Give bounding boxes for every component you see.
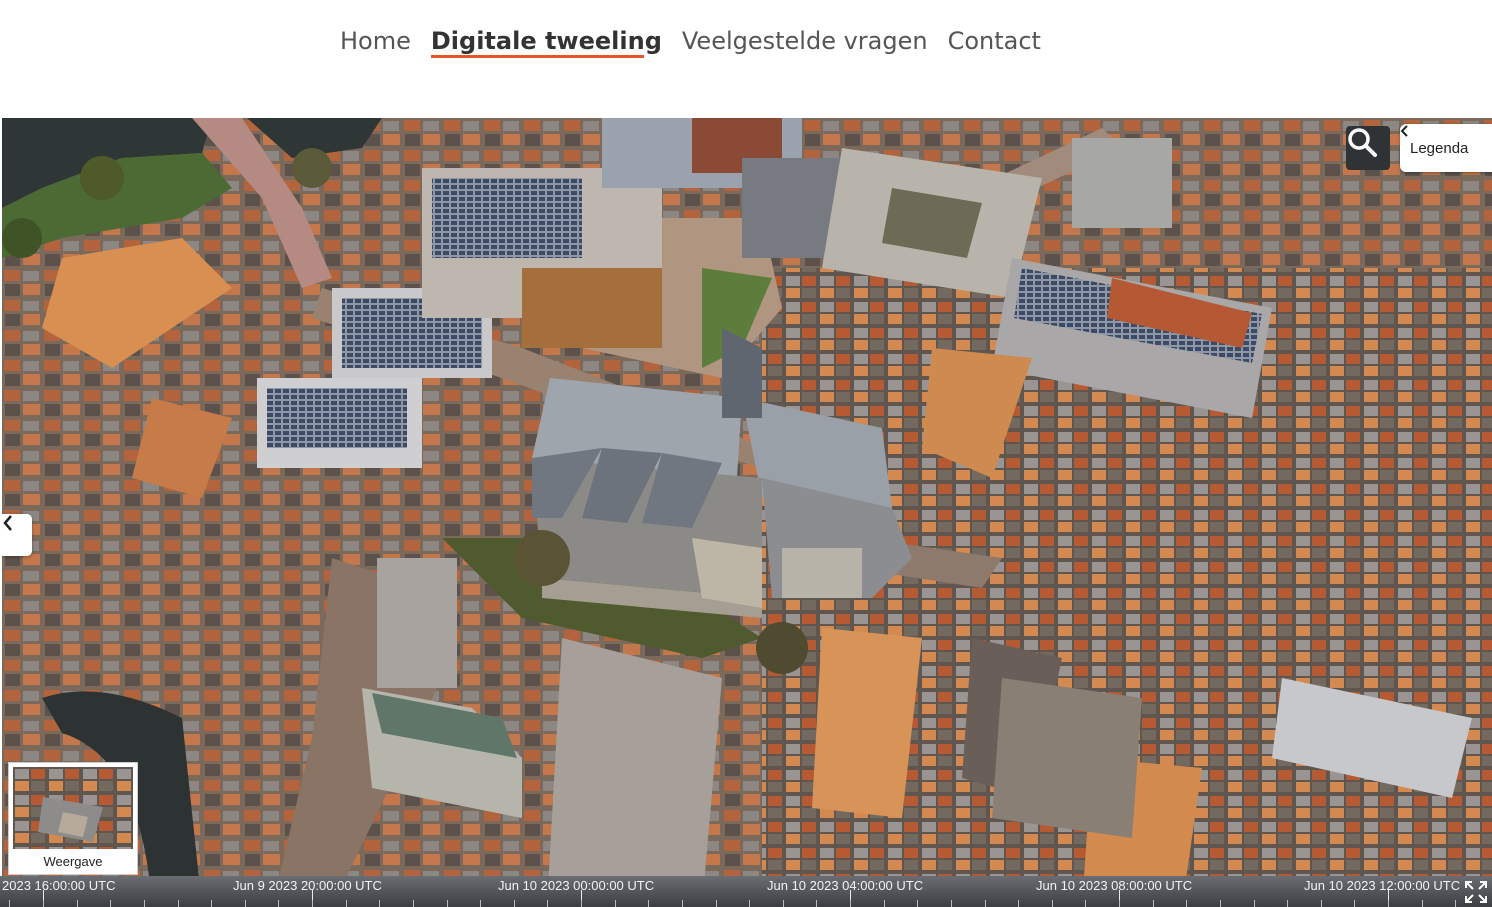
- top-navigation: Home Digitale tweeling Veelgestelde vrag…: [0, 0, 1492, 118]
- timeline-minor-tick: [850, 900, 851, 907]
- timeline-minor-tick: [413, 900, 414, 907]
- timeline-minor-tick: [1153, 900, 1154, 907]
- aerial-city-render[interactable]: [2, 118, 1492, 907]
- timeline-minor-tick: [884, 900, 885, 907]
- legend-label: Legenda: [1410, 139, 1469, 157]
- timeline-minor-tick: [43, 900, 44, 907]
- timeline-minor-tick: [682, 900, 683, 907]
- search-icon: [1348, 128, 1377, 157]
- timeline-minor-tick: [447, 900, 448, 907]
- timeline-minor-tick: [716, 900, 717, 907]
- timeline-minor-tick: [312, 900, 313, 907]
- timeline-label: Jun 10 2023 08:00:00 UTC: [1036, 878, 1193, 893]
- nav-item-home[interactable]: Home: [340, 26, 411, 56]
- timeline-minor-tick: [1354, 900, 1355, 907]
- timeline-minor-tick: [1052, 900, 1053, 907]
- timeline-minor-tick: [77, 900, 78, 907]
- timeline-minor-tick: [917, 900, 918, 907]
- timeline-minor-tick: [1186, 900, 1187, 907]
- legend-button[interactable]: Legenda: [1400, 124, 1492, 172]
- timeline-minor-tick: [1287, 900, 1288, 907]
- timeline-minor-tick: [514, 900, 515, 907]
- timeline-minor-tick: [1455, 900, 1456, 907]
- nav-item-contact[interactable]: Contact: [948, 26, 1041, 56]
- timeline-minor-tick: [1220, 900, 1221, 907]
- timeline-minor-tick: [110, 900, 111, 907]
- timeline-minor-tick: [985, 900, 986, 907]
- timeline-label: Jun 10 2023 00:00:00 UTC: [498, 878, 655, 893]
- timeline-label: Jun 10 2023 04:00:00 UTC: [767, 878, 924, 893]
- timeline-minor-tick: [9, 900, 10, 907]
- timeline-minor-tick: [1388, 900, 1389, 907]
- side-panel-toggle[interactable]: [2, 514, 32, 556]
- timeline-minor-tick: [178, 900, 179, 907]
- chevron-left-icon: [1400, 125, 1408, 137]
- basemap-picker[interactable]: Weergave: [8, 762, 138, 875]
- timeline-minor-tick: [951, 900, 952, 907]
- fullscreen-button[interactable]: [1460, 876, 1492, 907]
- basemap-thumbnail: [13, 767, 133, 849]
- timeline-minor-tick: [379, 900, 380, 907]
- timeline-minor-tick: [581, 900, 582, 907]
- basemap-label: Weergave: [43, 854, 103, 869]
- timeline-minor-tick: [1018, 900, 1019, 907]
- timeline-minor-tick: [1085, 900, 1086, 907]
- nav-item-digitale-tweeling[interactable]: Digitale tweeling: [430, 26, 662, 58]
- timeline-minor-tick: [648, 900, 649, 907]
- timeline-minor-tick: [480, 900, 481, 907]
- map-viewer[interactable]: Legenda Weergave: [2, 118, 1492, 907]
- timeline-label: Jun 10 2023 12:00:00 UTC: [1304, 878, 1460, 893]
- timeline-label: 2023 16:00:00 UTC: [2, 878, 116, 893]
- timeline-minor-tick: [144, 900, 145, 907]
- timeline-minor-tick: [749, 900, 750, 907]
- timeline[interactable]: 2023 16:00:00 UTC Jun 9 2023 20:00:00 UT…: [0, 876, 1460, 907]
- timeline-minor-tick: [1254, 900, 1255, 907]
- timeline-minor-tick: [1119, 900, 1120, 907]
- timeline-label: Jun 9 2023 20:00:00 UTC: [233, 878, 382, 893]
- timeline-minor-tick: [278, 900, 279, 907]
- chevron-left-icon: [3, 515, 12, 531]
- timeline-minor-tick: [346, 900, 347, 907]
- nav-menu: Home Digitale tweeling Veelgestelde vrag…: [340, 26, 1041, 58]
- timeline-minor-tick: [547, 900, 548, 907]
- fullscreen-icon: [1465, 880, 1487, 903]
- timeline-minor-tick: [245, 900, 246, 907]
- timeline-minor-tick: [211, 900, 212, 907]
- timeline-minor-tick: [816, 900, 817, 907]
- timeline-minor-tick: [783, 900, 784, 907]
- timeline-minor-tick: [1321, 900, 1322, 907]
- nav-item-veelgestelde-vragen[interactable]: Veelgestelde vragen: [682, 26, 928, 56]
- timeline-minor-tick: [1422, 900, 1423, 907]
- timeline-minor-tick: [615, 900, 616, 907]
- search-button[interactable]: [1346, 126, 1390, 170]
